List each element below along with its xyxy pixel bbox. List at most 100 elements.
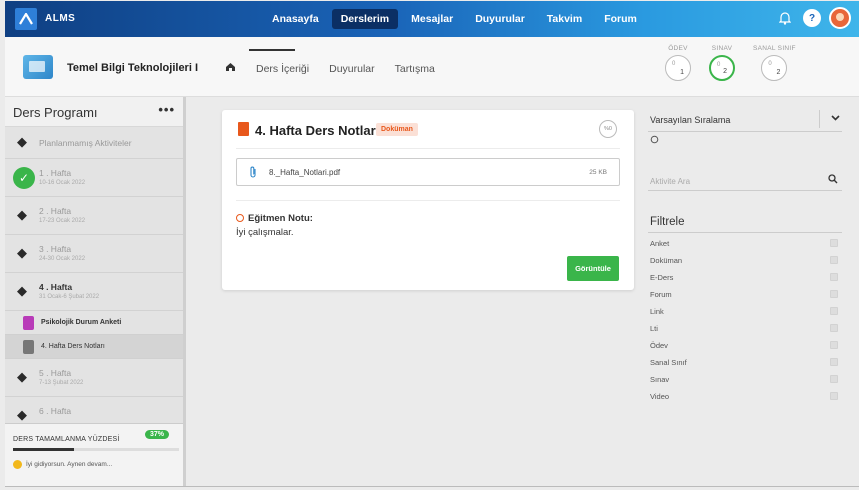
stat-label: SANAL SINIF — [753, 45, 796, 52]
filter-e-ders[interactable]: E-Ders — [648, 270, 842, 287]
filter-label: Ödev — [650, 341, 668, 350]
chevron-down-icon[interactable] — [831, 113, 840, 124]
filter-checkbox[interactable] — [830, 256, 838, 264]
more-options-icon[interactable]: ••• — [158, 102, 175, 117]
filter-lti[interactable]: Lti — [648, 321, 842, 338]
activity-survey[interactable]: Psikolojik Durum Anketi — [5, 311, 183, 335]
main-nav: Anasayfa Derslerim Mesajlar Duyurular Ta… — [263, 9, 650, 29]
avatar[interactable] — [829, 7, 851, 29]
layers-icon — [17, 369, 31, 385]
filter-checkbox[interactable] — [830, 324, 838, 332]
nav-derslerim[interactable]: Derslerim — [331, 9, 399, 29]
filter-checkbox[interactable] — [830, 341, 838, 349]
filter-checkbox[interactable] — [830, 307, 838, 315]
filter-label: Lti — [650, 324, 658, 333]
stat-done: 0 — [672, 61, 676, 67]
completion-message: İyi gidiyorsun. Aynen devam... — [13, 460, 112, 469]
week-dates: 7-13 Şubat 2022 — [39, 380, 84, 386]
sidebar-item-unplanned[interactable]: Planlanmamış Aktiviteler — [5, 127, 183, 159]
file-attachment[interactable]: 8._Hafta_Notlari.pdf 25 KB — [236, 158, 620, 186]
sidebar-item-week-2[interactable]: 2 . Hafta 17-23 Ocak 2022 — [5, 197, 183, 235]
paperclip-icon — [249, 166, 257, 181]
help-icon[interactable]: ? — [803, 9, 821, 27]
activity-search[interactable]: Aktivite Ara — [648, 171, 842, 191]
tab-tartisma[interactable]: Tartışma — [395, 63, 435, 75]
filter-label: Link — [650, 307, 664, 316]
tab-ders-icerigi[interactable]: Ders İçeriği — [256, 63, 309, 75]
home-icon[interactable] — [225, 62, 236, 75]
completion-message-text: İyi gidiyorsun. Aynen devam... — [26, 461, 113, 468]
filter-checkbox[interactable] — [830, 358, 838, 366]
sidebar-item-week-3[interactable]: 3 . Hafta 24-30 Ocak 2022 — [5, 235, 183, 273]
filter-checkbox[interactable] — [830, 375, 838, 383]
search-icon[interactable] — [828, 174, 838, 187]
sidebar-header: Ders Programı ••• — [5, 97, 183, 127]
week-name: 4 . Hafta — [39, 282, 73, 292]
week-name: 2 . Hafta — [39, 206, 72, 216]
activity-label: Psikolojik Durum Anketi — [41, 319, 122, 326]
stat-total: 2 — [723, 68, 727, 75]
filter-anket[interactable]: Anket — [648, 236, 842, 253]
filter-odev[interactable]: Ödev — [648, 338, 842, 355]
filter-link[interactable]: Link — [648, 304, 842, 321]
nav-forum[interactable]: Forum — [595, 9, 646, 29]
course-header: Temel Bilgi Teknolojileri I Ders İçeriği… — [5, 37, 859, 97]
sort-value: Varsayılan Sıralama — [650, 115, 731, 125]
check-icon: ✓ — [13, 167, 35, 189]
file-size: 25 KB — [589, 169, 607, 176]
activity-label: 4. Hafta Ders Notları — [41, 343, 105, 350]
filter-video[interactable]: Video — [648, 389, 842, 406]
filter-label: Forum — [650, 290, 672, 299]
stat-odev[interactable]: ÖDEV 01 — [665, 45, 691, 81]
view-button[interactable]: Görüntüle — [567, 256, 619, 281]
layers-icon — [17, 207, 31, 223]
course-program-sidebar[interactable]: Ders Programı ••• Planlanmamış Aktivitel… — [5, 97, 186, 487]
filter-title: Filtrele — [650, 216, 685, 228]
nav-duyurular[interactable]: Duyurular — [466, 9, 534, 29]
sidebar-item-week-4[interactable]: 4 . Hafta 31 Ocak-6 Şubat 2022 — [5, 273, 183, 311]
tab-duyurular[interactable]: Duyurular — [329, 63, 375, 75]
search-input[interactable]: Aktivite Ara — [650, 177, 690, 186]
completion-label: DERS TAMAMLANMA YÜZDESİ — [13, 436, 120, 443]
stat-done: 0 — [768, 61, 772, 67]
stat-sinav[interactable]: SINAV 02 — [709, 45, 735, 81]
logo-text[interactable]: ALMS — [45, 13, 75, 24]
bell-icon[interactable] — [775, 7, 795, 29]
sidebar-item-week-1[interactable]: ✓ 1 . Hafta 10-16 Ocak 2022 — [5, 159, 183, 197]
top-navbar: ALMS Anasayfa Derslerim Mesajlar Duyurul… — [5, 1, 859, 37]
filter-checkbox[interactable] — [830, 392, 838, 400]
refresh-icon[interactable] — [650, 135, 659, 147]
filter-checkbox[interactable] — [830, 239, 838, 247]
active-tab-indicator — [249, 49, 295, 51]
alms-logo-icon[interactable] — [15, 8, 37, 30]
survey-icon — [23, 316, 34, 330]
filter-forum[interactable]: Forum — [648, 287, 842, 304]
filter-checkbox[interactable] — [830, 273, 838, 281]
nav-takvim[interactable]: Takvim — [538, 9, 591, 29]
sidebar-item-label: Planlanmamış Aktiviteler — [39, 138, 132, 148]
week-name: 1 . Hafta — [39, 168, 72, 178]
filter-label: Sanal Sınıf — [650, 358, 687, 367]
filter-list: Anket Doküman E-Ders Forum Link Lti Ödev… — [648, 236, 842, 406]
layers-icon — [17, 134, 31, 150]
filter-label: Doküman — [650, 256, 683, 265]
activity-document[interactable]: 4. Hafta Ders Notları — [5, 335, 183, 359]
smile-icon — [13, 460, 22, 469]
course-tabs: Ders İçeriği Duyurular Tartışma — [225, 49, 435, 75]
filter-checkbox[interactable] — [830, 290, 838, 298]
sidebar-item-week-5[interactable]: 5 . Hafta 7-13 Şubat 2022 — [5, 359, 183, 397]
completion-ring: %0 — [599, 120, 617, 138]
filter-sanal-sinif[interactable]: Sanal Sınıf — [648, 355, 842, 372]
nav-anasayfa[interactable]: Anasayfa — [263, 9, 328, 29]
filter-sinav[interactable]: Sınav — [648, 372, 842, 389]
stat-sanal-sinif[interactable]: SANAL SINIF 02 — [753, 45, 796, 81]
file-name[interactable]: 8._Hafta_Notlari.pdf — [269, 168, 340, 177]
stat-done: 0 — [717, 62, 721, 68]
week-name: 3 . Hafta — [39, 244, 72, 254]
nav-mesajlar[interactable]: Mesajlar — [402, 9, 462, 29]
filter-dokuman[interactable]: Doküman — [648, 253, 842, 270]
week-name: 6 . Hafta — [39, 406, 72, 416]
layers-icon — [17, 407, 31, 423]
sort-select[interactable]: Varsayılan Sıralama — [648, 108, 842, 132]
divider — [236, 148, 620, 149]
